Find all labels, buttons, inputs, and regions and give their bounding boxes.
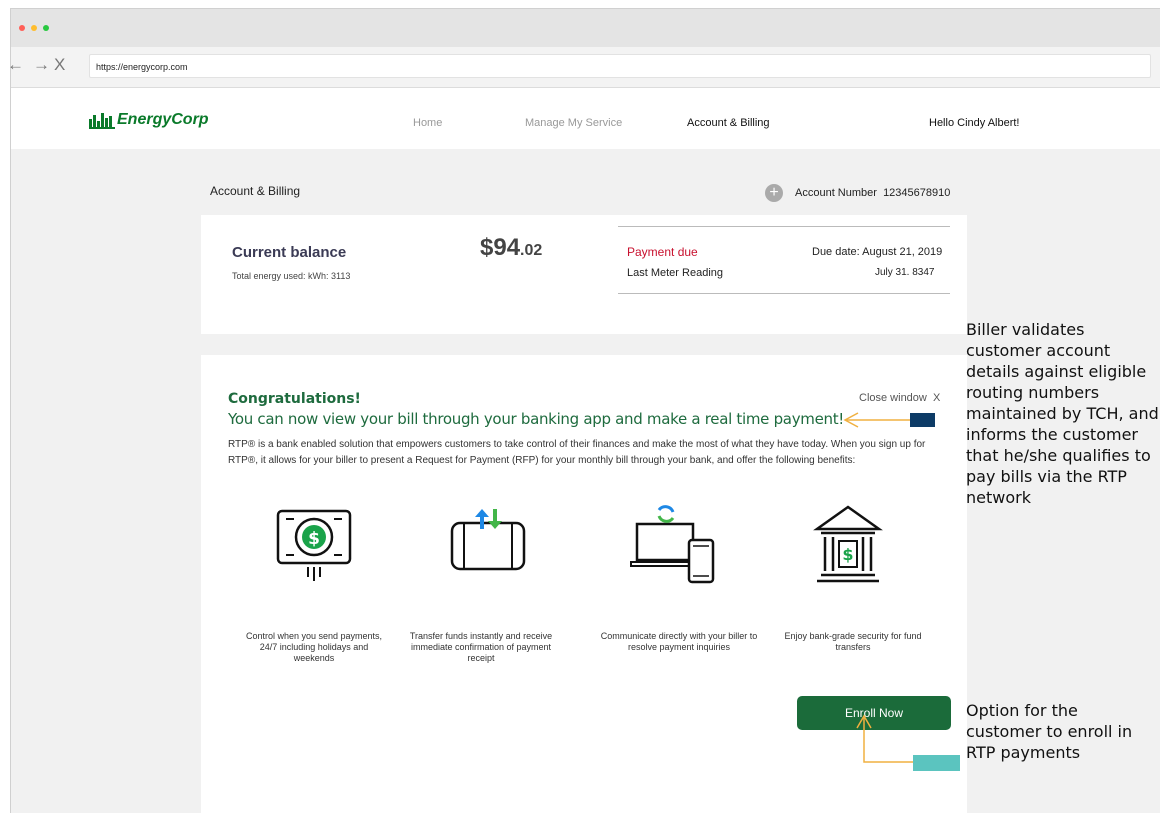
annotation-enroll-note: Option for the customer to enroll in RTP… <box>966 701 1133 762</box>
annotation-marker-navy <box>910 413 935 427</box>
annotation-marker-teal <box>913 755 960 771</box>
annotation-validation-note: Biller validates customer account detail… <box>966 320 1159 507</box>
